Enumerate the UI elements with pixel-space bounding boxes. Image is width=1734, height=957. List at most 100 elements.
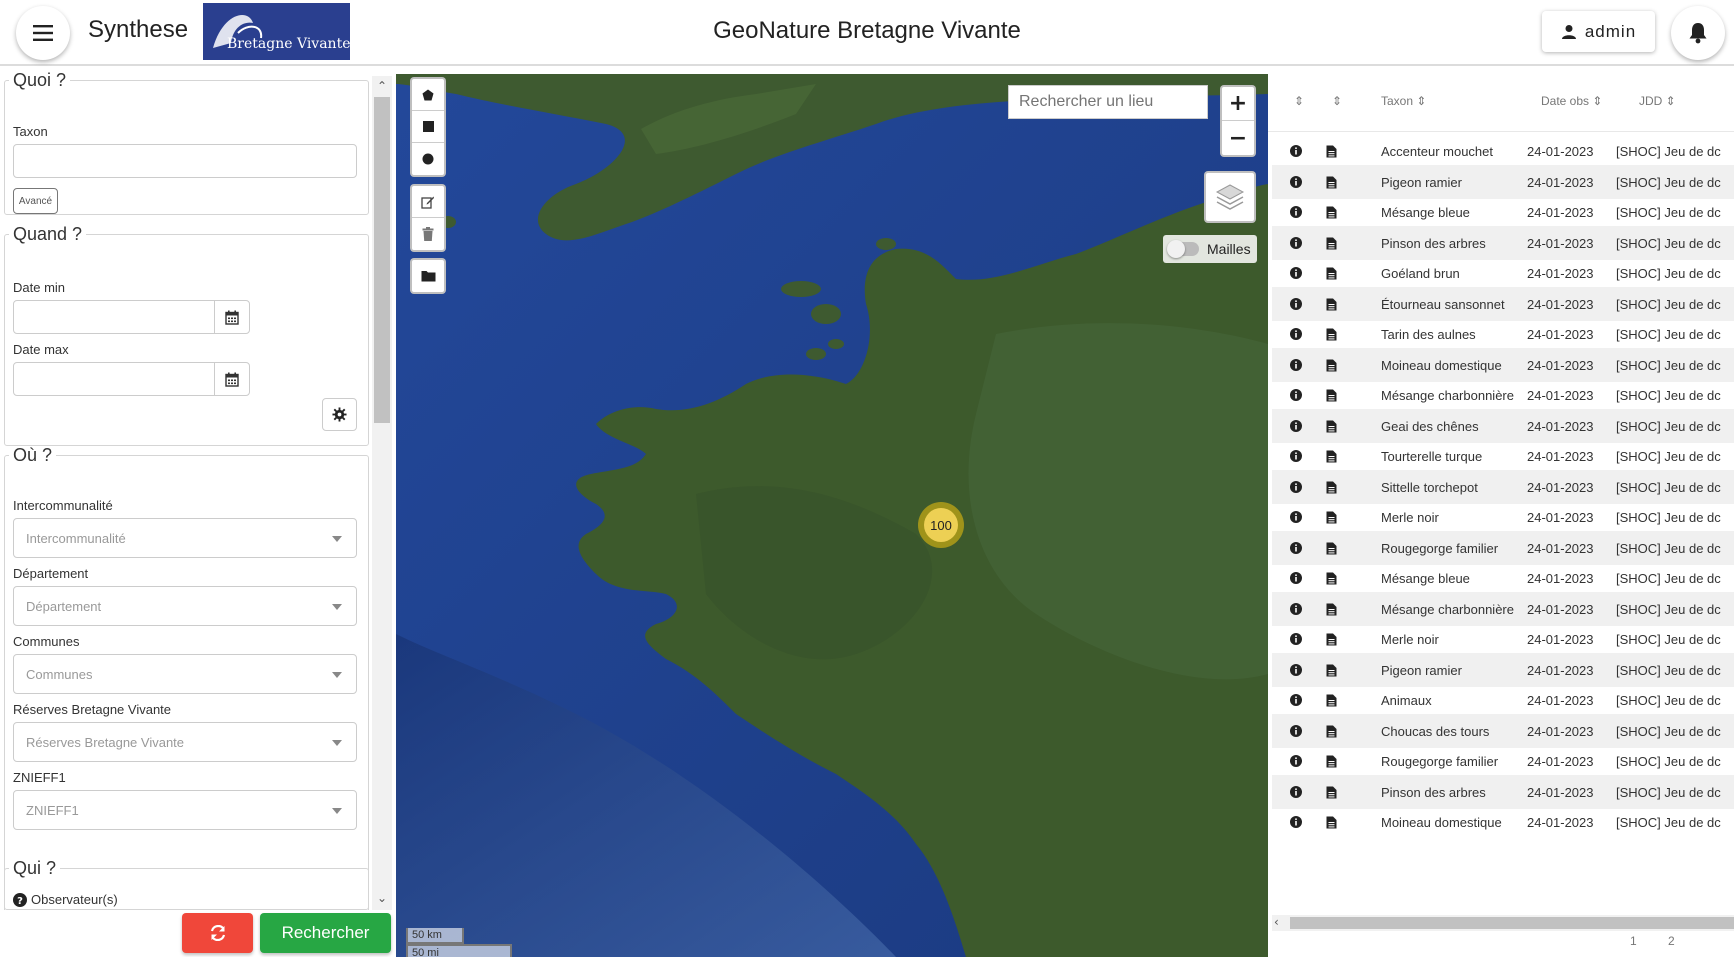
table-row[interactable]: Accenteur mouchet 24-01-2023 [SHOC] Jeu de… [1272, 134, 1734, 168]
map-view[interactable]: + − Mailles 100 50 km 50 mi [396, 74, 1268, 957]
row-detail-button[interactable] [1326, 542, 1337, 558]
table-row[interactable]: Moineau domestique 24-01-2023 [SHOC] Jeu d… [1272, 347, 1734, 382]
row-info-button[interactable] [1290, 816, 1302, 831]
table-scrollbar-thumb[interactable] [1290, 917, 1734, 929]
table-row[interactable]: Pinson des arbres 24-01-2023 [SHOC] Jeu de… [1272, 774, 1734, 809]
communes-select[interactable]: Communes [13, 654, 357, 694]
row-info-button[interactable] [1290, 206, 1302, 221]
row-detail-button[interactable] [1326, 816, 1337, 832]
filters-scrollbar-thumb[interactable] [374, 97, 390, 423]
row-info-button[interactable] [1290, 389, 1302, 404]
row-info-button[interactable] [1290, 236, 1302, 252]
draw-polygon-button[interactable] [412, 79, 444, 111]
row-detail-button[interactable] [1326, 603, 1337, 619]
table-row[interactable]: Tarin des aulnes 24-01-2023 [SHOC] Jeu de … [1272, 317, 1734, 351]
row-detail-button[interactable] [1326, 786, 1337, 802]
row-detail-button[interactable] [1326, 481, 1337, 497]
row-detail-button[interactable] [1326, 328, 1337, 344]
sort-icon[interactable]: ⇕ [1294, 94, 1304, 108]
table-row[interactable]: Mésange bleue 24-01-2023 [SHOC] Jeu de dc [1272, 195, 1734, 229]
user-button[interactable]: admin [1542, 11, 1655, 52]
date-min-input[interactable] [13, 300, 215, 334]
row-info-button[interactable] [1290, 175, 1302, 191]
row-info-button[interactable] [1290, 419, 1302, 435]
table-row[interactable]: Étourneau sansonnet 24-01-2023 [SHOC] Jeu … [1272, 286, 1734, 321]
row-detail-button[interactable] [1326, 267, 1337, 283]
page-1[interactable]: 1 [1630, 934, 1637, 948]
row-detail-button[interactable] [1326, 359, 1337, 375]
row-detail-button[interactable] [1326, 725, 1337, 741]
table-row[interactable]: Merle noir 24-01-2023 [SHOC] Jeu de dc [1272, 500, 1734, 534]
row-detail-button[interactable] [1326, 450, 1337, 466]
table-row[interactable]: Merle noir 24-01-2023 [SHOC] Jeu de dc [1272, 622, 1734, 656]
zoom-out-button[interactable]: − [1222, 121, 1254, 155]
table-row[interactable]: Animaux 24-01-2023 [SHOC] Jeu de dc [1272, 683, 1734, 717]
table-row[interactable]: Pigeon ramier 24-01-2023 [SHOC] Jeu de dc [1272, 652, 1734, 687]
departement-select[interactable]: Département [13, 586, 357, 626]
row-info-button[interactable] [1290, 755, 1302, 770]
mailles-switch[interactable] [1167, 240, 1199, 258]
row-info-button[interactable] [1290, 602, 1302, 618]
scroll-down-icon[interactable]: ⌄ [374, 890, 390, 906]
row-detail-button[interactable] [1326, 206, 1337, 222]
table-row[interactable]: Rougegorge familier 24-01-2023 [SHOC] Jeu … [1272, 530, 1734, 565]
sort-icon[interactable]: ⇕ [1332, 94, 1342, 108]
scroll-left-icon[interactable]: ‹ [1274, 915, 1279, 929]
row-info-button[interactable] [1290, 541, 1302, 557]
row-detail-button[interactable] [1326, 176, 1337, 192]
row-detail-button[interactable] [1326, 572, 1337, 588]
reset-filters-button[interactable] [182, 913, 253, 953]
znieff-select[interactable]: ZNIEFF1 [13, 790, 357, 830]
row-info-button[interactable] [1290, 572, 1302, 587]
row-detail-button[interactable] [1326, 298, 1337, 314]
column-taxon[interactable]: Taxon ⇕ [1381, 94, 1426, 108]
row-detail-button[interactable] [1326, 145, 1337, 161]
page-2[interactable]: 2 [1668, 934, 1675, 948]
row-info-button[interactable] [1290, 480, 1302, 496]
row-detail-button[interactable] [1326, 664, 1337, 680]
row-info-button[interactable] [1290, 328, 1302, 343]
zoom-in-button[interactable]: + [1222, 87, 1254, 121]
row-info-button[interactable] [1290, 358, 1302, 374]
date-settings-button[interactable] [322, 398, 357, 431]
row-info-button[interactable] [1290, 633, 1302, 648]
table-row[interactable]: Pinson des arbres 24-01-2023 [SHOC] Jeu de… [1272, 225, 1734, 260]
table-row[interactable]: Mésange bleue 24-01-2023 [SHOC] Jeu de dc [1272, 561, 1734, 595]
delete-layers-button[interactable] [412, 218, 444, 250]
column-jdd[interactable]: JDD ⇕ [1639, 94, 1676, 108]
row-detail-button[interactable] [1326, 694, 1337, 710]
row-info-button[interactable] [1290, 267, 1302, 282]
row-info-button[interactable] [1290, 694, 1302, 709]
open-file-button[interactable] [412, 260, 444, 292]
mailles-toggle[interactable]: Mailles [1163, 235, 1257, 263]
table-row[interactable]: Sittelle torchepot 24-01-2023 [SHOC] Jeu d… [1272, 469, 1734, 504]
row-detail-button[interactable] [1326, 511, 1337, 527]
row-detail-button[interactable] [1326, 420, 1337, 436]
table-row[interactable]: Geai des chênes 24-01-2023 [SHOC] Jeu de d… [1272, 408, 1734, 443]
column-date-obs[interactable]: Date obs ⇕ [1541, 94, 1602, 108]
row-info-button[interactable] [1290, 663, 1302, 679]
row-detail-button[interactable] [1326, 237, 1337, 253]
table-horizontal-scrollbar[interactable]: ‹ [1272, 915, 1734, 931]
intercommunalite-select[interactable]: Intercommunalité [13, 518, 357, 558]
date-max-calendar-button[interactable] [214, 362, 250, 396]
row-info-button[interactable] [1290, 145, 1302, 160]
date-min-calendar-button[interactable] [214, 300, 250, 334]
draw-rectangle-button[interactable] [412, 111, 444, 143]
table-row[interactable]: Goéland brun 24-01-2023 [SHOC] Jeu de dc [1272, 256, 1734, 290]
search-button[interactable]: Rechercher [260, 913, 391, 953]
menu-button[interactable] [16, 6, 70, 60]
observation-cluster-marker[interactable]: 100 [918, 502, 964, 548]
row-detail-button[interactable] [1326, 633, 1337, 649]
table-row[interactable]: Moineau domestique 24-01-2023 [SHOC] Jeu d… [1272, 805, 1734, 839]
row-info-button[interactable] [1290, 450, 1302, 465]
row-info-button[interactable] [1290, 724, 1302, 740]
row-info-button[interactable] [1290, 511, 1302, 526]
table-row[interactable]: Mésange charbonnière 24-01-2023 [SHOC] Jeu… [1272, 378, 1734, 412]
table-row[interactable]: Tourterelle turque 24-01-2023 [SHOC] Jeu d… [1272, 439, 1734, 473]
table-row[interactable]: Rougegorge familier 24-01-2023 [SHOC] Jeu … [1272, 744, 1734, 778]
reserves-select[interactable]: Réserves Bretagne Vivante [13, 722, 357, 762]
taxon-input[interactable] [13, 144, 357, 178]
table-row[interactable]: Choucas des tours 24-01-2023 [SHOC] Jeu de… [1272, 713, 1734, 748]
row-info-button[interactable] [1290, 297, 1302, 313]
